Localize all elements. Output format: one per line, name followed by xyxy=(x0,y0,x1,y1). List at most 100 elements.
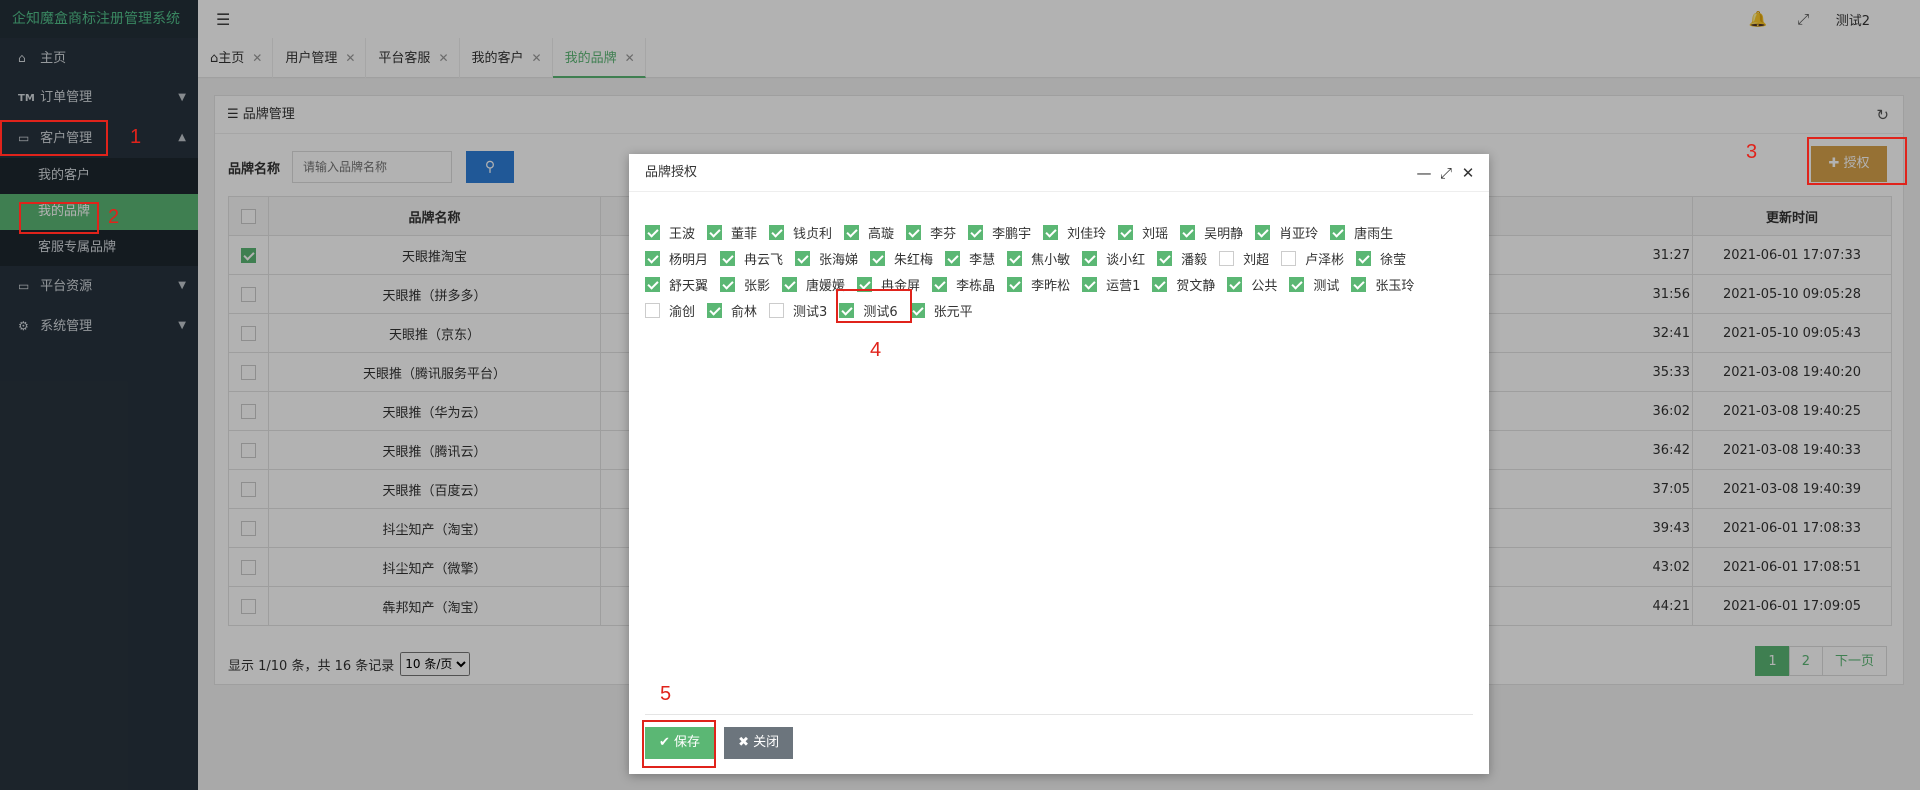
user-checkbox-item[interactable]: 贺文静 xyxy=(1152,271,1215,297)
checkbox[interactable] xyxy=(932,276,948,292)
user-checkbox-item[interactable]: 朱红梅 xyxy=(870,245,933,271)
user-checkbox-item[interactable]: 焦小敏 xyxy=(1007,245,1070,271)
dialog-controls: — ⤢ ✕ xyxy=(1413,154,1479,192)
checkbox[interactable] xyxy=(844,224,860,240)
checkbox[interactable] xyxy=(1118,224,1134,240)
user-name-label: 张玉玲 xyxy=(1375,278,1415,294)
user-checkbox-item[interactable]: 李慧 xyxy=(945,245,995,271)
close-icon[interactable]: ✕ xyxy=(1457,154,1479,192)
checkbox[interactable] xyxy=(1351,276,1367,292)
user-checkbox-item[interactable]: 渝创 xyxy=(645,297,695,323)
checkbox[interactable] xyxy=(1281,250,1297,266)
user-name-label: 李鹏宇 xyxy=(992,226,1032,242)
user-checkbox-item[interactable]: 刘超 xyxy=(1219,245,1269,271)
checkbox[interactable] xyxy=(1180,224,1196,240)
checkbox[interactable] xyxy=(870,250,886,266)
user-checkbox-item[interactable]: 张元平 xyxy=(909,297,973,323)
user-checkbox-item[interactable]: 高璇 xyxy=(844,219,894,245)
user-checkbox-list: 王波 董菲 钱贞利 高璇 李芬 李鹏宇 刘佳玲 刘瑶 吴明静 肖亚玲 唐雨生杨明月 冉云飞 张海娣 朱红梅… xyxy=(645,219,1475,323)
checkbox[interactable] xyxy=(1082,250,1098,266)
user-checkbox-item[interactable]: 舒天翼 xyxy=(645,271,708,297)
checkbox[interactable] xyxy=(1007,250,1023,266)
user-name-label: 公共 xyxy=(1251,278,1278,294)
user-checkbox-item[interactable]: 肖亚玲 xyxy=(1255,219,1318,245)
user-name-label: 李慧 xyxy=(969,252,996,268)
user-name-label: 贺文静 xyxy=(1176,278,1216,294)
checkbox[interactable] xyxy=(1356,250,1372,266)
user-checkbox-item[interactable]: 董菲 xyxy=(707,219,757,245)
user-checkbox-item[interactable]: 杨明月 xyxy=(645,245,708,271)
user-checkbox-item[interactable]: 测试3 xyxy=(769,297,827,323)
checkbox[interactable] xyxy=(782,276,798,292)
user-name-label: 测试3 xyxy=(793,304,828,320)
user-checkbox-item[interactable]: 刘瑶 xyxy=(1118,219,1168,245)
user-name-label: 刘超 xyxy=(1243,252,1270,268)
annotation-number-5: 5 xyxy=(660,683,672,705)
user-checkbox-item[interactable]: 张玉玲 xyxy=(1351,271,1414,297)
dialog-footer: ✔ 保存 ✖ 关闭 xyxy=(645,714,1473,759)
checkbox[interactable] xyxy=(645,250,660,266)
annotation-box-5 xyxy=(642,720,716,768)
user-name-label: 唐雨生 xyxy=(1354,226,1394,242)
checkbox[interactable] xyxy=(1152,276,1168,292)
checkbox[interactable] xyxy=(1289,276,1305,292)
checkbox[interactable] xyxy=(1330,224,1346,240)
checkbox[interactable] xyxy=(1219,250,1235,266)
checkbox[interactable] xyxy=(769,224,785,240)
user-checkbox-item[interactable]: 吴明静 xyxy=(1180,219,1243,245)
user-checkbox-item[interactable]: 李昨松 xyxy=(1007,271,1070,297)
maximize-icon[interactable]: ⤢ xyxy=(1435,154,1457,192)
user-name-label: 俞林 xyxy=(731,304,758,320)
close-button[interactable]: ✖ 关闭 xyxy=(724,727,794,759)
checkbox[interactable] xyxy=(1043,224,1059,240)
user-checkbox-item[interactable]: 李芬 xyxy=(906,219,956,245)
annotation-number-4: 4 xyxy=(870,339,882,361)
checkbox[interactable] xyxy=(720,250,736,266)
user-checkbox-item[interactable]: 谈小红 xyxy=(1082,245,1145,271)
user-checkbox-item[interactable]: 冉云飞 xyxy=(720,245,783,271)
user-checkbox-item[interactable]: 张海娣 xyxy=(795,245,858,271)
user-checkbox-item[interactable]: 俞林 xyxy=(707,297,757,323)
user-name-label: 徐莹 xyxy=(1380,252,1407,268)
checkbox[interactable] xyxy=(645,224,660,240)
user-name-label: 运营1 xyxy=(1106,278,1141,294)
user-name-label: 张元平 xyxy=(933,304,973,320)
user-checkbox-item[interactable]: 王波 xyxy=(645,219,695,245)
checkbox[interactable] xyxy=(707,302,723,318)
checkbox[interactable] xyxy=(707,224,723,240)
checkbox[interactable] xyxy=(645,302,660,318)
user-name-label: 杨明月 xyxy=(669,252,709,268)
user-checkbox-item[interactable]: 李鹏宇 xyxy=(968,219,1031,245)
user-name-label: 李芬 xyxy=(930,226,957,242)
checkbox[interactable] xyxy=(720,276,736,292)
checkbox[interactable] xyxy=(968,224,984,240)
checkbox[interactable] xyxy=(1082,276,1098,292)
user-checkbox-item[interactable]: 卢泽彬 xyxy=(1281,245,1344,271)
checkbox[interactable] xyxy=(795,250,811,266)
user-checkbox-item[interactable]: 唐雨生 xyxy=(1330,219,1393,245)
checkbox[interactable] xyxy=(1007,276,1023,292)
checkbox[interactable] xyxy=(945,250,961,266)
user-checkbox-item[interactable]: 李栋晶 xyxy=(932,271,995,297)
checkbox[interactable] xyxy=(1255,224,1271,240)
user-checkbox-item[interactable]: 运营1 xyxy=(1082,271,1140,297)
checkbox[interactable] xyxy=(906,224,922,240)
user-name-label: 渝创 xyxy=(669,304,696,320)
minimize-icon[interactable]: — xyxy=(1413,154,1435,192)
close-label: 关闭 xyxy=(753,735,780,750)
checkbox[interactable] xyxy=(1227,276,1243,292)
checkbox[interactable] xyxy=(1157,250,1173,266)
user-checkbox-item[interactable]: 钱贞利 xyxy=(769,219,832,245)
user-checkbox-item[interactable]: 刘佳玲 xyxy=(1043,219,1106,245)
user-name-label: 肖亚玲 xyxy=(1279,226,1319,242)
checkbox[interactable] xyxy=(645,276,660,292)
user-name-label: 刘瑶 xyxy=(1142,226,1169,242)
user-checkbox-item[interactable]: 徐莹 xyxy=(1356,245,1406,271)
user-checkbox-item[interactable]: 潘毅 xyxy=(1157,245,1207,271)
user-checkbox-item[interactable]: 张影 xyxy=(720,271,770,297)
user-checkbox-item[interactable]: 测试 xyxy=(1289,271,1339,297)
user-checkbox-item[interactable]: 公共 xyxy=(1227,271,1277,297)
user-name-label: 舒天翼 xyxy=(669,278,709,294)
checkbox[interactable] xyxy=(769,302,785,318)
user-name-label: 董菲 xyxy=(731,226,758,242)
